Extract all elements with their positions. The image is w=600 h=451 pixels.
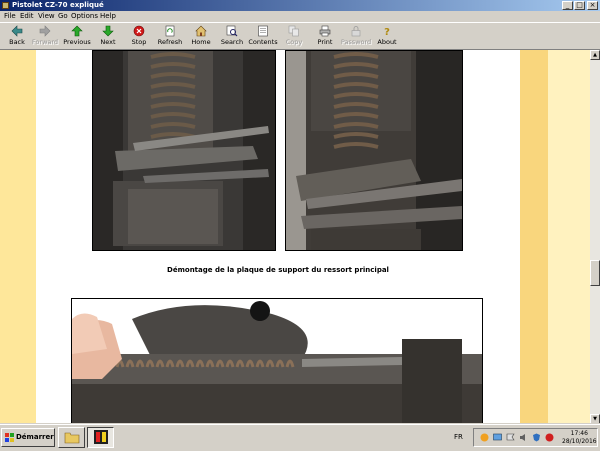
photo-spring-plate-right (285, 50, 463, 251)
clock-date: 28/10/2016 (562, 438, 597, 445)
about-icon: ? (384, 27, 390, 37)
image-caption: Démontage de la plaque de support du res… (167, 266, 389, 274)
vertical-scrollbar[interactable]: ▲ ▼ (590, 50, 600, 424)
start-label: Démarrer (16, 433, 54, 441)
menu-go[interactable]: Go (58, 12, 68, 20)
stop-button[interactable]: Stop (122, 24, 156, 48)
copy-label: Copy (285, 38, 303, 46)
previous-icon (71, 25, 83, 37)
app-book-icon (94, 430, 108, 444)
security-alert-tray-icon[interactable] (545, 433, 554, 442)
contents-label: Contents (248, 38, 278, 46)
forward-label: Forward (31, 38, 59, 46)
clock-time: 17:46 (570, 430, 588, 437)
menu-help[interactable]: Help (100, 12, 116, 20)
forward-icon (39, 25, 51, 37)
menu-options[interactable]: Options (71, 12, 98, 20)
about-button[interactable]: ? About (370, 24, 404, 48)
search-icon (226, 25, 238, 37)
search-label: Search (220, 38, 244, 46)
print-icon (319, 25, 331, 37)
password-button[interactable]: Password (339, 24, 373, 48)
scroll-up-arrow-icon[interactable]: ▲ (590, 50, 600, 60)
photo-spring-plate-left (92, 50, 276, 251)
photo-spring-removal (71, 298, 483, 424)
password-label: Password (340, 38, 372, 46)
copy-button[interactable]: Copy (277, 24, 311, 48)
refresh-icon (165, 25, 175, 37)
page-stripe-left (0, 50, 36, 424)
toolbar: Back Forward Previous Next Stop Refresh … (0, 23, 600, 50)
about-label: About (377, 38, 397, 46)
copy-icon (288, 25, 299, 37)
print-button[interactable]: Print (308, 24, 342, 48)
page-stripe-right (520, 50, 548, 424)
page-stripe-far-right (548, 50, 590, 424)
content-area: Démontage de la plaque de support du res… (0, 50, 590, 424)
previous-label: Previous (63, 38, 91, 46)
clock[interactable]: 17:46 28/10/2016 (562, 430, 597, 446)
minimize-button[interactable]: _ (562, 1, 573, 10)
help-tray-icon[interactable] (480, 433, 489, 442)
previous-button[interactable]: Previous (60, 24, 94, 48)
next-button[interactable]: Next (91, 24, 125, 48)
window-title: Pistolet CZ-70 expliqué (12, 1, 104, 9)
scroll-down-arrow-icon[interactable]: ▼ (590, 414, 600, 424)
volume-tray-icon[interactable] (519, 433, 528, 442)
close-button[interactable]: × (587, 1, 598, 10)
home-label: Home (191, 38, 211, 46)
menu-view[interactable]: View (38, 12, 55, 20)
menu-bar: File Edit View Go Options Help (0, 11, 600, 23)
search-button[interactable]: Search (215, 24, 249, 48)
password-icon (351, 26, 361, 37)
refresh-label: Refresh (157, 38, 183, 46)
system-tray: FR 17:46 28/10/2016 (454, 428, 598, 447)
print-label: Print (317, 38, 333, 46)
contents-icon (258, 25, 268, 37)
title-bar: Pistolet CZ-70 expliqué _ □ × (0, 0, 600, 11)
flag-tray-icon[interactable] (506, 433, 515, 442)
forward-button[interactable]: Forward (28, 24, 62, 48)
refresh-button[interactable]: Refresh (153, 24, 187, 48)
windows-logo-icon (5, 433, 14, 442)
scroll-thumb[interactable] (590, 260, 600, 286)
start-button[interactable]: Démarrer (1, 428, 55, 447)
network-tray-icon[interactable] (493, 433, 502, 442)
next-icon (102, 25, 114, 37)
shield-tray-icon[interactable] (532, 433, 541, 442)
next-label: Next (100, 38, 116, 46)
contents-button[interactable]: Contents (246, 24, 280, 48)
back-icon (11, 25, 23, 37)
home-button[interactable]: Home (184, 24, 218, 48)
maximize-button[interactable]: □ (574, 1, 585, 10)
menu-edit[interactable]: Edit (20, 12, 34, 20)
taskbar-app-button[interactable] (87, 427, 114, 448)
folder-icon (64, 432, 80, 444)
stop-label: Stop (131, 38, 147, 46)
app-icon (2, 2, 9, 9)
stop-icon (133, 25, 145, 37)
home-icon (195, 25, 207, 37)
language-indicator[interactable]: FR (454, 433, 463, 441)
taskbar: Démarrer FR 17:46 28/10/2016 (0, 424, 600, 451)
taskbar-folder-button[interactable] (58, 427, 85, 448)
svg-text:?: ? (384, 27, 390, 37)
menu-file[interactable]: File (4, 12, 16, 20)
